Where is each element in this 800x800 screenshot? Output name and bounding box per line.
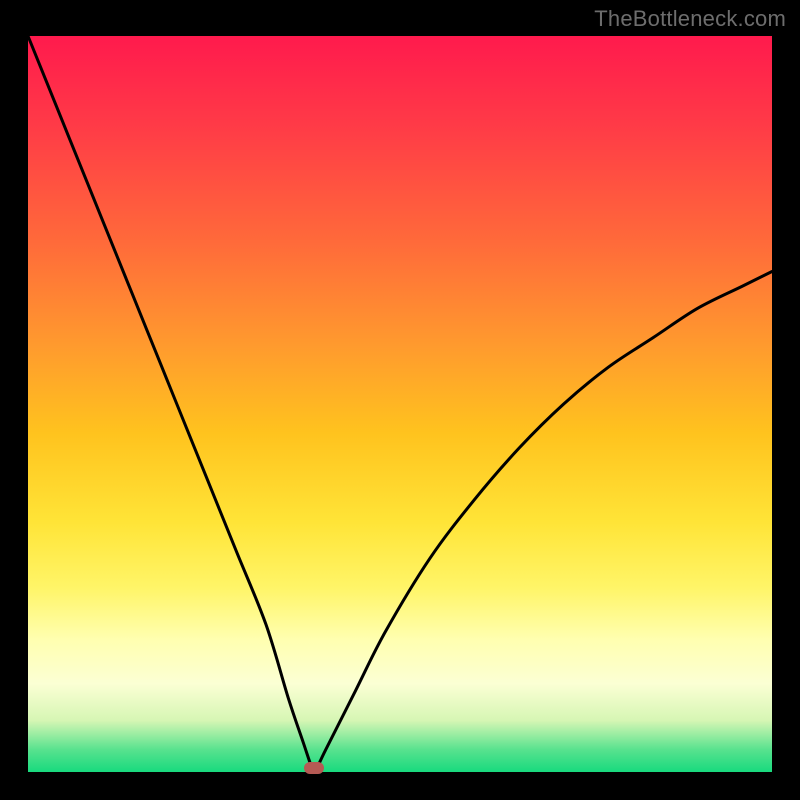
- optimum-marker: [304, 762, 324, 774]
- bottleneck-curve: [28, 36, 772, 773]
- watermark-text: TheBottleneck.com: [594, 6, 786, 32]
- bottleneck-curve-svg: [28, 36, 772, 772]
- chart-frame: TheBottleneck.com: [0, 0, 800, 800]
